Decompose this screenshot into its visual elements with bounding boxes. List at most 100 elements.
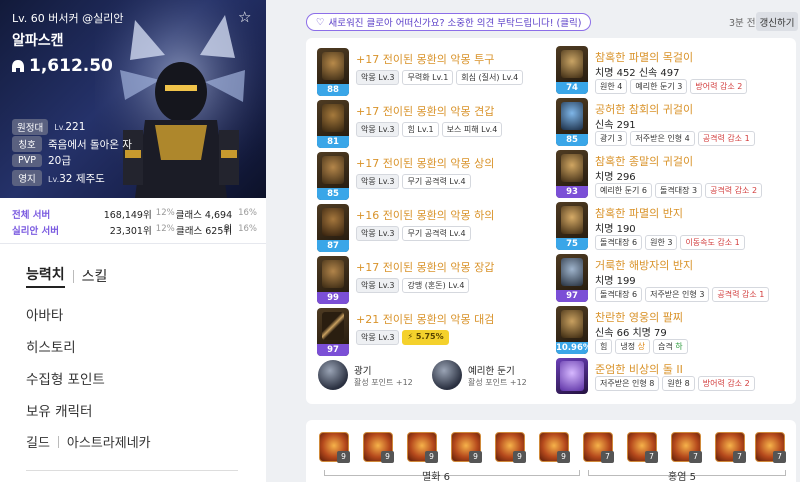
item-name: 준엄한 비상의 돌 II	[595, 363, 683, 376]
menu-item-collectibles[interactable]: 수집형 포인트	[26, 368, 241, 400]
accessory-ring[interactable]: 75 참혹한 파멸의 반지 치명 190 돌격대장 6 원한 3 이동속도 감소…	[556, 202, 788, 250]
ranking-row: 실리안 서버 23,301위 12% 클래스 625위 16%	[12, 223, 257, 237]
accessory-earring[interactable]: 93 참혹한 종말의 귀걸이 치명 296 예리한 둔기 6 돌격대장 3 공격…	[556, 150, 788, 198]
profile-menu: 능력치 스킬 아바타 히스토리 수집형 포인트 보유 캐릭터 길드 아스트라제네…	[26, 264, 241, 451]
gloves-icon	[322, 260, 344, 288]
bracelet-effect-chip: 힘	[595, 339, 613, 354]
quality-badge: 97	[317, 344, 349, 356]
gem-icon[interactable]: 9	[495, 432, 526, 463]
item-stats: 치명 452 신속 497	[595, 68, 680, 79]
item-name: 참혹한 파멸의 목걸이	[595, 51, 694, 64]
gem-icon[interactable]: 9	[539, 432, 570, 463]
earring-icon	[561, 102, 583, 130]
pvp-row: PVP 20급	[12, 153, 71, 168]
tab-stats[interactable]: 능력치	[26, 264, 65, 288]
engraving-chip: 예리한 둔기 6	[595, 183, 652, 198]
gem-level: 9	[557, 451, 570, 463]
engraving-chip: 저주받은 인형 8	[595, 376, 660, 391]
ability-stone[interactable]: 준엄한 비상의 돌 II 저주받은 인형 8 원한 8 방어력 감소 2	[556, 358, 788, 394]
item-thumbnail: 81	[317, 100, 349, 148]
gem-icon[interactable]: 9	[407, 432, 438, 463]
menu-item-history[interactable]: 히스토리	[26, 336, 241, 368]
engraving-chip: 원한 8	[662, 376, 695, 391]
item-thumbnail: 85	[317, 152, 349, 200]
equipment-item-helmet[interactable]: 88 +17 전이된 몽환의 악몽 투구 악몽 Lv.3 무력화 Lv.1 회심…	[317, 48, 549, 96]
accessory-earring[interactable]: 85 공허한 참회의 귀걸이 신속 291 광기 3 저주받은 인형 4 공격력…	[556, 98, 788, 146]
engraving-chip: 저주받은 인형 4	[630, 131, 695, 146]
item-thumbnail	[556, 358, 588, 394]
ranking-value: 23,301위	[109, 226, 152, 237]
equipment-item-shoulder[interactable]: 81 +17 전이된 몽환의 악몽 견갑 악몽 Lv.3 힘 Lv.1 보스 피…	[317, 100, 549, 148]
level-class-server: Lv. 60 버서커 @실리안	[12, 12, 124, 25]
gem-icon[interactable]: 9	[319, 432, 350, 463]
ranking-label[interactable]: 실리안 서버	[12, 223, 79, 237]
engraving-item[interactable]: 예리한 둔기 활성 포인트 +12	[432, 360, 527, 390]
gem-panel: 9 9 9 9 9 9 7 7 7 7 7	[306, 420, 796, 482]
estate-value: 32 제주도	[59, 172, 105, 185]
item-stats: 치명 199	[595, 276, 636, 287]
helmet-icon	[322, 52, 344, 80]
equipment-item-pants[interactable]: 87 +16 전이된 몽환의 악몽 하의 악몽 Lv.3 무기 공격력 Lv.4	[317, 204, 549, 252]
gem-icon[interactable]: 7	[755, 432, 786, 463]
engraving-chip: 광기 3	[595, 131, 628, 146]
gem-icon[interactable]: 9	[451, 432, 482, 463]
gem-level: 9	[425, 451, 438, 463]
accessory-ring[interactable]: 97 거룩한 해방자의 반지 치명 199 돌격대장 6 저주받은 인형 3 공…	[556, 254, 788, 302]
survey-banner[interactable]: ♡ 새로워진 클로아 어떠신가요? 소중한 의견 부탁드립니다! (클릭)	[306, 13, 592, 31]
character-hero: Lv. 60 버서커 @실리안 ☆ 알파스캔 1,612.50 원정대 Lv.2…	[0, 0, 266, 198]
engraving-points: 활성 포인트 +12	[468, 377, 527, 387]
expedition-tag: 원정대	[12, 119, 49, 135]
bracelet-effect-chip: 냉정 상	[615, 339, 651, 354]
gem-icon[interactable]: 7	[583, 432, 614, 463]
equipment-card: 88 +17 전이된 몽환의 악몽 투구 악몽 Lv.3 무력화 Lv.1 회심…	[306, 38, 796, 404]
item-effects: 악몽 Lv.3 힘 Lv.1 보스 피해 Lv.4	[356, 122, 503, 137]
gem-icon[interactable]: 9	[363, 432, 394, 463]
item-name: +17 전이된 몽환의 악몽 견갑	[356, 105, 495, 118]
elixir-chip: ⚡ 5.75%	[402, 330, 449, 345]
item-effects: 저주받은 인형 8 원한 8 방어력 감소 2	[595, 376, 755, 391]
effect-chip: 무력화 Lv.1	[402, 70, 454, 85]
refresh-button[interactable]: 갱신하기	[756, 12, 798, 31]
gem-level: 7	[689, 451, 702, 463]
effect-chip: 무기 공격력 Lv.4	[402, 226, 471, 241]
shoulder-icon	[322, 104, 344, 132]
guild-row[interactable]: 길드 아스트라제네카	[26, 432, 241, 451]
quality-badge: 75	[556, 238, 588, 250]
engraving-chip: 돌격대장 6	[595, 235, 643, 250]
item-effects: 광기 3 저주받은 인형 4 공격력 감소 1	[595, 131, 755, 146]
quality-badge: 85	[317, 188, 349, 200]
menu-item-avatar[interactable]: 아바타	[26, 304, 241, 336]
item-effects: 악몽 Lv.3 무력화 Lv.1 회심 (질서) Lv.4	[356, 70, 524, 85]
penalty-chip: 방어력 감소 2	[690, 79, 748, 94]
engraving-chip: 예리한 둔기 3	[630, 79, 688, 94]
expedition-row: 원정대 Lv.221	[12, 119, 85, 135]
penalty-chip: 공격력 감소 1	[697, 131, 755, 146]
equipment-item-gloves[interactable]: 99 +17 전이된 몽환의 악몽 장갑 악몽 Lv.3 강맹 (혼돈) Lv.…	[317, 256, 549, 304]
accessory-bracelet[interactable]: 10.96% 찬란한 영웅의 팔찌 신속 66 치명 79 힘 냉정 상 습격 …	[556, 306, 788, 354]
item-thumbnail: 75	[556, 202, 588, 250]
engraving-item[interactable]: 광기 활성 포인트 +12	[318, 360, 413, 390]
profile-panel: Lv. 60 버서커 @실리안 ☆ 알파스캔 1,612.50 원정대 Lv.2…	[0, 0, 266, 482]
gem-level: 7	[645, 451, 658, 463]
tab-skills[interactable]: 스킬	[82, 266, 108, 286]
ranking-box: 전체 서버 168,149위 12% 클래스 4,694위 16% 실리안 서버…	[0, 198, 266, 244]
estate-lv-prefix: Lv.	[48, 174, 60, 184]
equipment-item-chest[interactable]: 85 +17 전이된 몽환의 악몽 상의 악몽 Lv.3 무기 공격력 Lv.4	[317, 152, 549, 200]
guild-label: 길드	[26, 436, 50, 451]
gem-group-label: 홍염 5	[668, 472, 696, 482]
item-effects: 힘 냉정 상 습격 하	[595, 339, 688, 354]
item-name: 거룩한 해방자의 반지	[595, 259, 694, 272]
effect-chip: 보스 피해 Lv.4	[441, 122, 503, 137]
pvp-tag: PVP	[12, 154, 42, 167]
gem-icon[interactable]: 7	[715, 432, 746, 463]
gem-icon[interactable]: 7	[671, 432, 702, 463]
quality-badge: 88	[317, 84, 349, 96]
menu-item-characters[interactable]: 보유 캐릭터	[26, 400, 241, 432]
equipment-item-weapon[interactable]: 97 +21 전이된 몽환의 악몽 대검 악몽 Lv.3 ⚡ 5.75%	[317, 308, 549, 356]
accessory-necklace[interactable]: 74 참혹한 파멸의 목걸이 치명 452 신속 497 원한 4 예리한 둔기…	[556, 46, 788, 94]
quality-badge: 74	[556, 82, 588, 94]
favorite-star-icon[interactable]: ☆	[238, 8, 251, 26]
quality-badge: 93	[556, 186, 588, 198]
effect-chip: 강맹 (혼돈) Lv.4	[402, 278, 470, 293]
gem-icon[interactable]: 7	[627, 432, 658, 463]
